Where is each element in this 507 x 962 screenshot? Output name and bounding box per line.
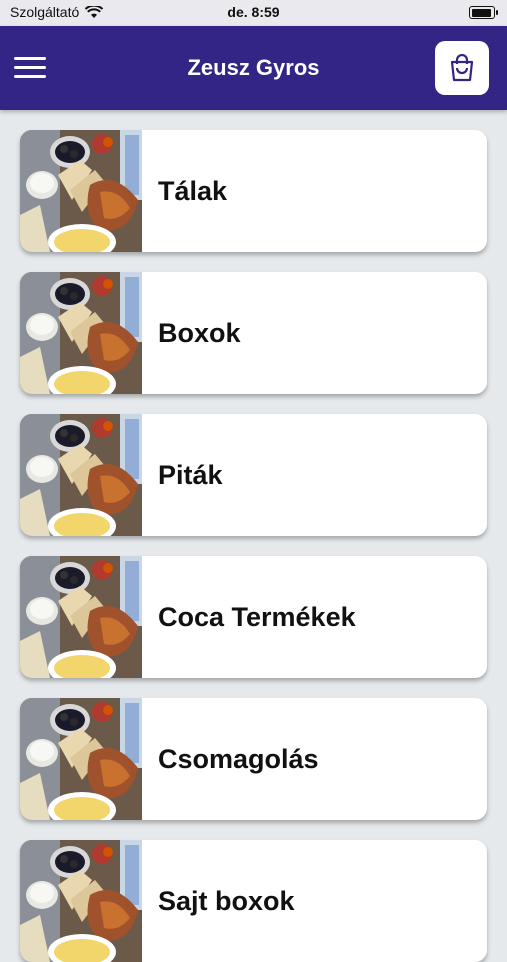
category-card[interactable]: Piták	[20, 414, 487, 536]
food-platter-image	[20, 556, 142, 678]
category-label: Csomagolás	[158, 744, 319, 774]
shopping-bag-icon	[450, 54, 474, 82]
category-label: Piták	[158, 460, 223, 490]
header-bar: Zeusz Gyros	[0, 26, 507, 110]
cart-button[interactable]	[435, 41, 489, 95]
category-card[interactable]: Csomagolás	[20, 698, 487, 820]
battery-icon	[469, 6, 498, 19]
category-card[interactable]: Tálak	[20, 130, 487, 252]
food-platter-image	[20, 698, 142, 820]
food-platter-image	[20, 272, 142, 394]
status-time: de. 8:59	[227, 4, 280, 20]
status-bar: Szolgáltató de. 8:59	[0, 0, 507, 26]
category-label: Boxok	[158, 318, 241, 348]
category-label: Sajt boxok	[158, 886, 295, 916]
page-title: Zeusz Gyros	[187, 55, 320, 80]
category-card[interactable]: Coca Termékek	[20, 556, 487, 678]
category-label: Coca Termékek	[158, 602, 356, 632]
category-card[interactable]: Boxok	[20, 272, 487, 394]
category-card[interactable]: Sajt boxok	[20, 840, 487, 962]
food-platter-image	[20, 414, 142, 536]
food-platter-image	[20, 840, 142, 962]
category-label: Tálak	[158, 176, 228, 206]
food-platter-image	[20, 130, 142, 252]
